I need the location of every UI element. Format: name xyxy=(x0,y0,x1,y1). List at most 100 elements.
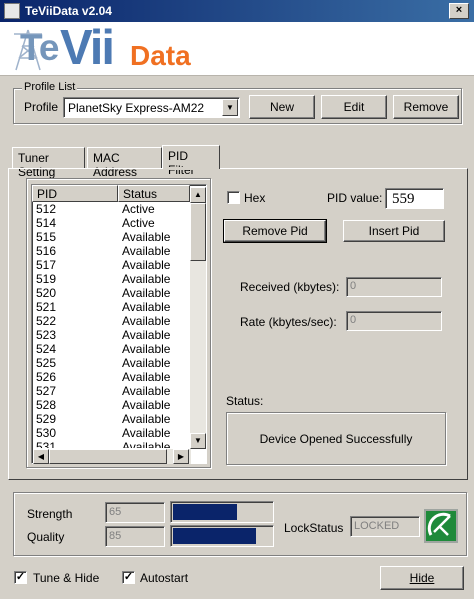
close-button[interactable]: × xyxy=(449,3,469,19)
status-cell: Available xyxy=(122,398,171,412)
quality-label: Quality xyxy=(27,530,65,544)
status-message: Device Opened Successfully xyxy=(226,412,446,465)
quality-bar xyxy=(170,525,274,547)
rate-label: Rate (kbytes/sec): xyxy=(240,315,337,329)
horizontal-scroll-thumb[interactable] xyxy=(49,449,167,464)
edit-profile-button[interactable]: Edit xyxy=(321,95,387,119)
status-cell: Available xyxy=(122,440,171,448)
scroll-thumb[interactable] xyxy=(190,203,206,261)
profile-group-label: Profile List xyxy=(22,81,78,93)
status-cell: Available xyxy=(122,412,171,426)
status-cell: Available xyxy=(122,286,171,300)
strength-bar xyxy=(170,501,274,523)
status-cell: Available xyxy=(122,342,171,356)
scroll-up-icon[interactable]: ▲ xyxy=(190,187,206,203)
pid-list-row[interactable]: 525 Available xyxy=(32,356,190,370)
strength-bar-fill xyxy=(173,504,237,520)
pid-cell: 531 xyxy=(36,440,57,448)
pid-list-row[interactable]: 528 Available xyxy=(32,398,190,412)
tab-pid-filter[interactable]: PID Filter xyxy=(162,145,220,177)
status-cell: Available xyxy=(122,426,171,440)
satellite-dish-icon xyxy=(424,509,458,543)
logo-vii: Vii xyxy=(60,21,115,75)
pid-list-row[interactable]: 527 Available xyxy=(32,384,190,398)
pid-list-row[interactable]: 515 Available xyxy=(32,230,190,244)
pid-value-input[interactable]: 559 xyxy=(385,188,444,209)
status-cell: Available xyxy=(122,230,171,244)
remove-profile-button[interactable]: Remove xyxy=(393,95,459,119)
status-cell: Available xyxy=(122,300,171,314)
chevron-down-icon[interactable]: ▼ xyxy=(222,99,238,116)
pid-list-row[interactable]: 521 Available xyxy=(32,300,190,314)
pid-cell: 528 xyxy=(36,398,57,412)
new-profile-button[interactable]: New xyxy=(249,95,315,119)
title-bar[interactable]: TeViiData v2.04 × xyxy=(0,0,474,22)
pid-list-row[interactable]: 514 Active xyxy=(32,216,190,230)
pid-list-row[interactable]: 523 Available xyxy=(32,328,190,342)
status-cell: Active xyxy=(122,202,155,216)
tab-join xyxy=(163,167,219,170)
pid-cell: 516 xyxy=(36,244,57,258)
pid-cell: 523 xyxy=(36,328,57,342)
lock-status-value: LOCKED xyxy=(350,516,420,537)
column-header-status[interactable]: Status xyxy=(118,185,190,202)
scroll-left-icon[interactable]: ◀ xyxy=(33,449,49,464)
strength-value: 65 xyxy=(105,502,165,523)
pid-list-row[interactable]: 519 Available xyxy=(32,272,190,286)
lock-status-label: LockStatus xyxy=(284,521,344,535)
hex-checkbox[interactable] xyxy=(227,191,240,204)
received-value: 0 xyxy=(346,277,442,297)
pid-list[interactable]: PID Status 512 Active 514 Active 515 Availabl… xyxy=(31,184,207,464)
pid-list-row[interactable]: 512 Active xyxy=(32,202,190,216)
status-cell: Available xyxy=(122,258,171,272)
pid-list-rows: 512 Active 514 Active 515 Available 516 Availab… xyxy=(32,202,190,448)
scroll-down-icon[interactable]: ▼ xyxy=(190,433,206,449)
window-title: TeViiData v2.04 xyxy=(25,4,112,18)
column-header-pid[interactable]: PID xyxy=(32,185,118,202)
pid-list-row[interactable]: 516 Available xyxy=(32,244,190,258)
pid-list-row[interactable]: 517 Available xyxy=(32,258,190,272)
pid-list-row[interactable]: 531 Available xyxy=(32,440,190,448)
status-cell: Available xyxy=(122,314,171,328)
pid-list-row[interactable]: 524 Available xyxy=(32,342,190,356)
autostart-checkbox[interactable]: ✓ xyxy=(122,571,135,584)
pid-cell: 521 xyxy=(36,300,57,314)
scroll-right-icon[interactable]: ▶ xyxy=(173,449,189,464)
quality-value: 85 xyxy=(105,526,165,547)
pid-cell: 515 xyxy=(36,230,57,244)
pid-list-row[interactable]: 529 Available xyxy=(32,412,190,426)
status-cell: Available xyxy=(122,384,171,398)
pid-list-row[interactable]: 530 Available xyxy=(32,426,190,440)
pid-cell: 512 xyxy=(36,202,57,216)
list-horizontal-scrollbar[interactable]: ◀ ▶ xyxy=(33,449,191,464)
hide-button[interactable]: Hide xyxy=(380,566,464,590)
tune-hide-checkbox[interactable]: ✓ xyxy=(14,571,27,584)
banner: Te Vii Data xyxy=(0,22,474,76)
autostart-label: Autostart xyxy=(140,571,189,585)
tab-mac-address[interactable]: MAC Address xyxy=(87,147,162,179)
status-cell: Available xyxy=(122,370,171,384)
list-vertical-scrollbar[interactable]: ▲ ▼ xyxy=(190,187,206,449)
insert-pid-button[interactable]: Insert Pid xyxy=(343,220,445,242)
status-label: Status: xyxy=(226,394,264,408)
status-cell: Active xyxy=(122,216,155,230)
status-cell: Available xyxy=(122,356,171,370)
pid-cell: 529 xyxy=(36,412,57,426)
pid-list-row[interactable]: 526 Available xyxy=(32,370,190,384)
pid-cell: 517 xyxy=(36,258,57,272)
pid-cell: 525 xyxy=(36,356,57,370)
pid-cell: 520 xyxy=(36,286,57,300)
rate-value: 0 xyxy=(346,311,442,331)
pid-cell: 527 xyxy=(36,384,57,398)
logo-te: Te xyxy=(20,27,59,68)
pid-list-row[interactable]: 520 Available xyxy=(32,286,190,300)
status-cell: Available xyxy=(122,328,171,342)
received-label: Received (kbytes): xyxy=(240,280,340,294)
remove-pid-button[interactable]: Remove Pid xyxy=(223,219,327,243)
tab-tuner-setting[interactable]: Tuner Setting xyxy=(12,147,85,179)
pid-cell: 514 xyxy=(36,216,57,230)
pid-list-row[interactable]: 522 Available xyxy=(32,314,190,328)
strength-label: Strength xyxy=(27,507,73,521)
profile-select[interactable]: PlanetSky Express-AM22 ▼ xyxy=(63,97,240,118)
profile-label: Profile xyxy=(24,100,59,114)
